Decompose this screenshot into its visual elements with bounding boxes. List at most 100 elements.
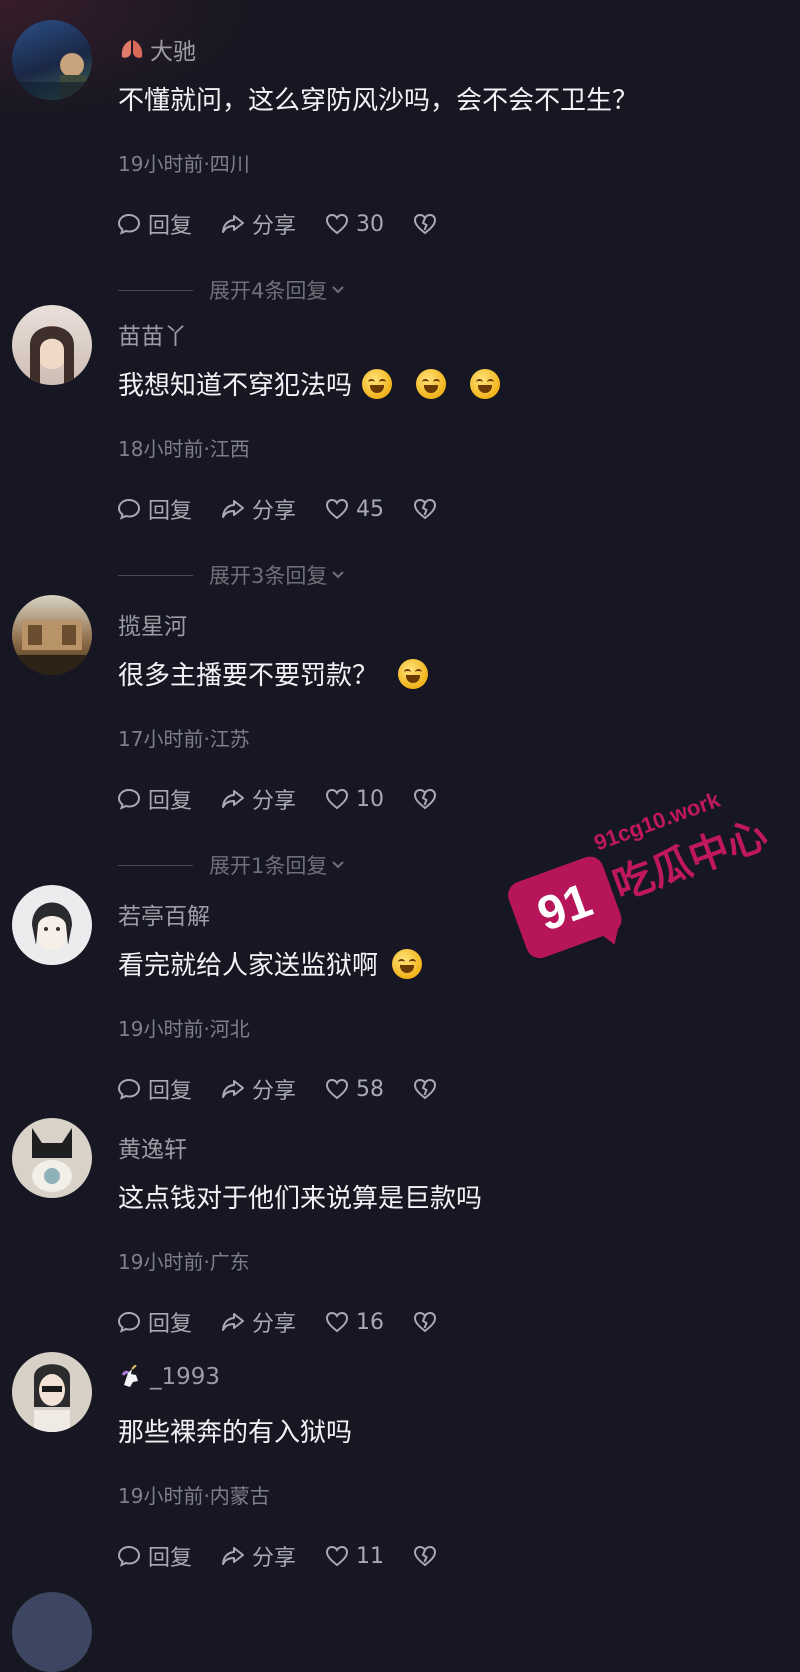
- dislike-button[interactable]: [412, 211, 438, 237]
- reply-button[interactable]: 回复: [116, 208, 192, 240]
- comment-actions: 回复 分享 58: [116, 1073, 466, 1105]
- comment-actions: 回复 分享 11: [116, 1540, 466, 1572]
- broken-heart-icon: [414, 498, 437, 520]
- broken-heart-icon: [414, 1078, 437, 1100]
- heart-icon: [326, 1311, 349, 1333]
- laughing-emoji-icon: [362, 368, 393, 399]
- like-button[interactable]: 10: [324, 786, 384, 812]
- laughing-emoji-icon: [416, 368, 447, 399]
- comment-username[interactable]: 黄逸轩: [118, 1130, 187, 1164]
- share-label: 分享: [252, 1312, 297, 1337]
- like-button[interactable]: 45: [324, 496, 384, 522]
- laughing-emoji-icon: [470, 368, 501, 399]
- share-icon: [222, 215, 245, 233]
- comment-item: 大驰 不懂就问，这么穿防风沙吗，会不会不卫生？ 19小时前·四川 回复 分享 3…: [0, 20, 800, 303]
- heart-icon: [326, 1078, 349, 1100]
- comment-text: 看完就给人家送监狱啊: [118, 945, 423, 982]
- share-icon: [222, 500, 245, 518]
- lungs-badge-icon: [118, 37, 146, 61]
- avatar[interactable]: [12, 595, 92, 675]
- dislike-button[interactable]: [412, 496, 438, 522]
- heart-icon: [326, 788, 349, 810]
- dislike-button[interactable]: [412, 786, 438, 812]
- share-button[interactable]: 分享: [220, 1540, 296, 1572]
- share-button[interactable]: 分享: [220, 208, 296, 240]
- avatar[interactable]: [12, 1592, 92, 1672]
- like-button[interactable]: 58: [324, 1076, 384, 1102]
- like-count: 10: [356, 786, 385, 812]
- share-button[interactable]: 分享: [220, 783, 296, 815]
- username-label: 黄逸轩: [118, 1137, 187, 1163]
- share-label: 分享: [252, 499, 297, 524]
- username-label: 苗苗丫: [118, 324, 187, 350]
- like-count: 58: [356, 1076, 385, 1102]
- share-label: 分享: [252, 789, 297, 814]
- avatar[interactable]: [12, 885, 92, 965]
- comment-text: 很多主播要不要罚款？: [118, 655, 429, 692]
- expand-replies[interactable]: 展开1条回复: [118, 850, 345, 880]
- like-button[interactable]: 30: [324, 211, 384, 237]
- reply-label: 回复: [148, 789, 193, 814]
- comment-actions: 回复 分享 30: [116, 208, 466, 240]
- comment-item: _1993 那些裸奔的有入狱吗 19小时前·内蒙古 回复 分享 11: [0, 1352, 800, 1602]
- avatar[interactable]: [12, 1352, 92, 1432]
- comment-meta: 19小时前·河北: [118, 1017, 250, 1041]
- reply-icon: [117, 788, 141, 810]
- broken-heart-icon: [414, 788, 437, 810]
- divider: [118, 864, 193, 866]
- reply-button[interactable]: 回复: [116, 783, 192, 815]
- reply-label: 回复: [148, 1079, 193, 1104]
- expand-replies[interactable]: 展开3条回复: [118, 560, 345, 590]
- like-count: 45: [356, 496, 385, 522]
- reply-button[interactable]: 回复: [116, 1540, 192, 1572]
- like-button[interactable]: 16: [324, 1309, 384, 1335]
- chevron-down-icon: [332, 571, 345, 579]
- reply-icon: [117, 1545, 141, 1567]
- reply-icon: [117, 213, 141, 235]
- share-label: 分享: [252, 1079, 297, 1104]
- expand-replies[interactable]: 展开4条回复: [118, 275, 345, 305]
- share-icon: [222, 790, 245, 808]
- expand-label: 展开1条回复: [209, 854, 328, 878]
- avatar[interactable]: [12, 1118, 92, 1198]
- share-button[interactable]: 分享: [220, 1306, 296, 1338]
- comment-body: 很多主播要不要罚款？: [118, 661, 379, 691]
- reply-button[interactable]: 回复: [116, 493, 192, 525]
- like-count: 11: [356, 1543, 385, 1569]
- comment-username[interactable]: _1993: [118, 1364, 220, 1390]
- username-label: 若亭百解: [118, 904, 210, 930]
- comment-body: 不懂就问，这么穿防风沙吗，会不会不卫生？: [118, 86, 639, 116]
- dislike-button[interactable]: [412, 1543, 438, 1569]
- avatar[interactable]: [12, 20, 92, 100]
- heart-icon: [326, 1545, 349, 1567]
- avatar[interactable]: [12, 305, 92, 385]
- reply-button[interactable]: 回复: [116, 1306, 192, 1338]
- comment-username[interactable]: 苗苗丫: [118, 317, 187, 351]
- sweat-smile-emoji-icon: [392, 948, 423, 979]
- broken-heart-icon: [414, 1311, 437, 1333]
- divider: [118, 574, 193, 576]
- broken-heart-icon: [414, 213, 437, 235]
- reply-icon: [117, 1311, 141, 1333]
- comment-actions: 回复 分享 10: [116, 783, 466, 815]
- comment-actions: 回复 分享 16: [116, 1306, 466, 1338]
- comment-text: 我想知道不穿犯法吗: [118, 365, 501, 402]
- dislike-button[interactable]: [412, 1309, 438, 1335]
- comment-username[interactable]: 揽星河: [118, 607, 187, 641]
- share-icon: [222, 1313, 245, 1331]
- username-label: 大驰: [150, 39, 196, 65]
- comment-username[interactable]: 若亭百解: [118, 897, 210, 931]
- share-button[interactable]: 分享: [220, 1073, 296, 1105]
- share-button[interactable]: 分享: [220, 493, 296, 525]
- reply-icon: [117, 1078, 141, 1100]
- dislike-button[interactable]: [412, 1076, 438, 1102]
- comment-body: 看完就给人家送监狱啊: [118, 951, 379, 981]
- comment-body: 那些裸奔的有入狱吗: [118, 1418, 353, 1448]
- reply-button[interactable]: 回复: [116, 1073, 192, 1105]
- reply-label: 回复: [148, 1312, 193, 1337]
- chevron-down-icon: [332, 861, 345, 869]
- username-label: _1993: [150, 1364, 221, 1390]
- share-label: 分享: [252, 214, 297, 239]
- comment-username[interactable]: 大驰: [118, 32, 196, 66]
- like-button[interactable]: 11: [324, 1543, 384, 1569]
